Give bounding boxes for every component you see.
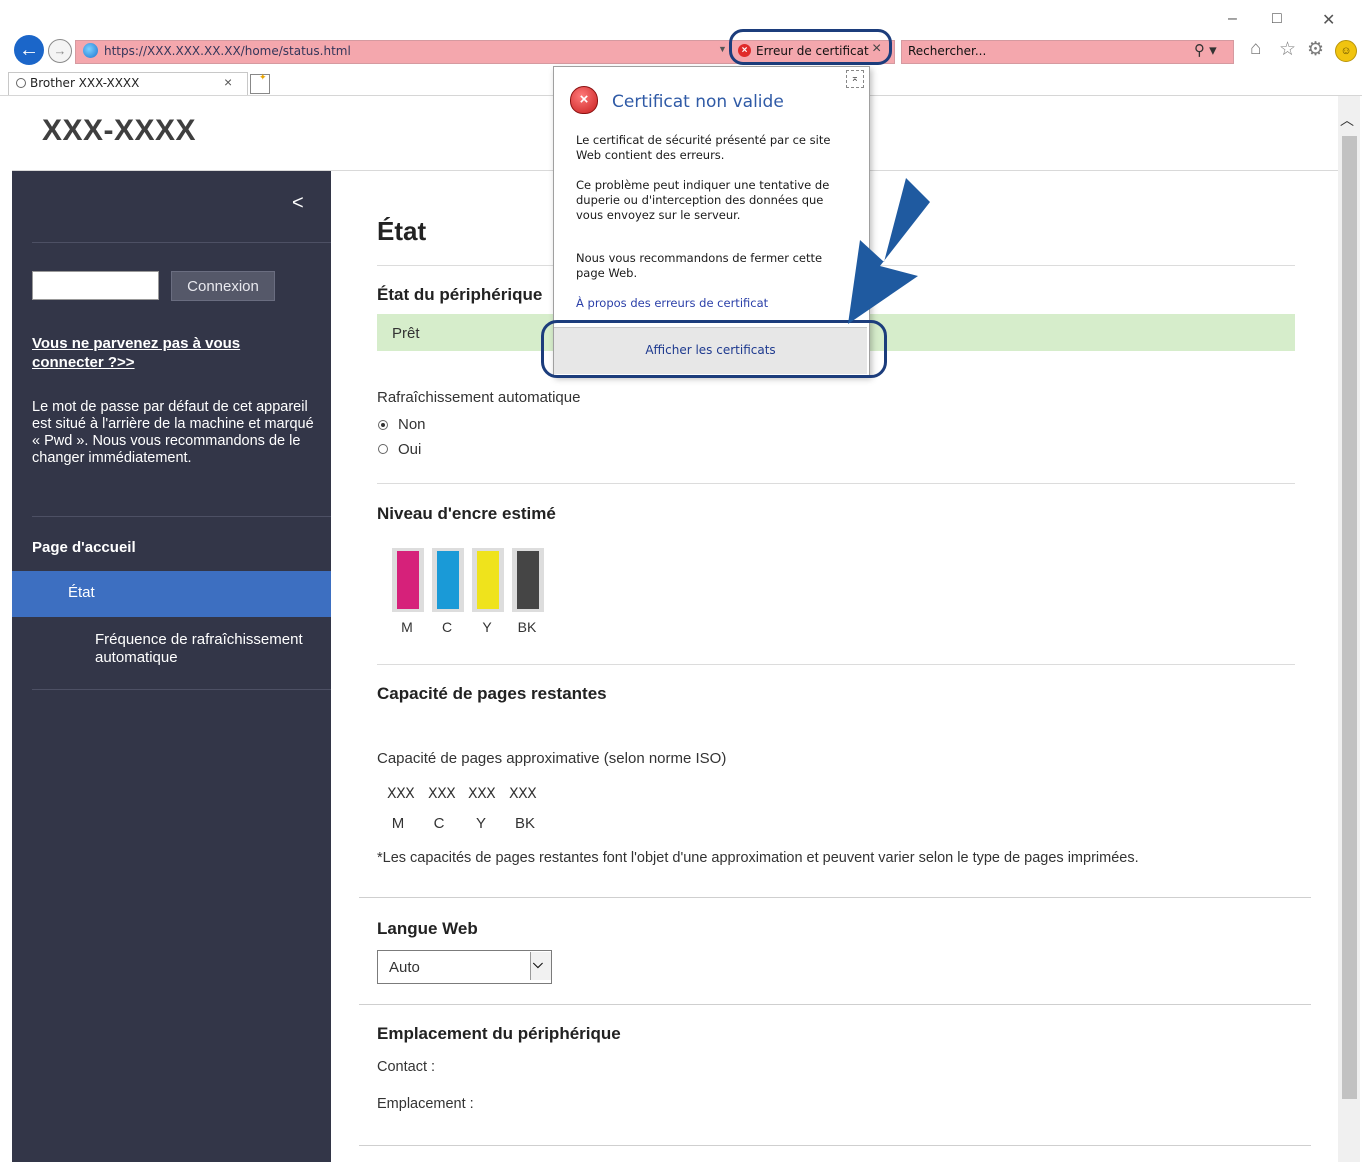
tab-title[interactable]: Brother XXX-XXXX [30,76,139,90]
home-icon[interactable]: ⌂ [1250,38,1261,60]
maximize-icon[interactable]: □ [1272,10,1282,28]
password-input[interactable] [32,271,159,300]
sidebar-item-refresh-frequency[interactable]: Fréquence de rafraîchissement automatiqu… [95,631,325,667]
sidebar-divider [32,689,331,690]
location-label: Emplacement : [377,1096,474,1112]
shield-error-icon: × [570,86,598,114]
page-capacity-c: XXX [428,786,456,802]
section-divider [359,897,1311,898]
popup-title: Certificat non valide [612,92,784,112]
callout-arrow-icon [848,178,930,324]
page-capacity-subtitle: Capacité de pages approximative (selon n… [377,750,727,767]
view-certificates-highlight [541,320,887,378]
model-logo: XXX-XXXX [42,114,197,147]
favorites-star-icon[interactable]: ☆ [1279,38,1296,61]
web-language-heading: Langue Web [377,919,478,938]
settings-gear-icon[interactable]: ⚙ [1307,38,1324,61]
ink-label-c: C [441,619,453,635]
tab-close-icon[interactable]: × [224,74,232,90]
section-divider [377,483,1295,484]
ink-gauge-c [432,548,464,612]
ink-level-heading: Niveau d'encre estimé [377,504,556,523]
page-title: État [377,216,427,246]
scroll-up-icon[interactable]: ︿ [1340,110,1354,130]
sidebar-item-status-label[interactable]: État [68,584,95,601]
ink-level-fill-c [437,551,459,609]
ie-icon [83,43,98,58]
ink-level-fill-m [397,551,419,609]
chevron-down-icon[interactable]: ⌵ [533,956,543,972]
password-note: Le mot de passe par défaut de cet appare… [32,399,314,466]
page-capacity-y: XXX [468,786,496,802]
search-input[interactable]: Rechercher... [908,44,986,58]
new-tab-star-icon: ✦ [259,72,267,82]
cert-error-highlight [729,29,892,65]
back-icon[interactable]: ← [14,35,44,65]
address-dropdown-icon[interactable]: ▼ [718,44,727,54]
sidebar-collapse-icon[interactable]: < [292,192,304,215]
popup-text: Le certificat de sécurité présenté par c… [576,133,831,162]
device-location-heading: Emplacement du périphérique [377,1024,621,1043]
ink-gauge-bk [512,548,544,612]
page-capacity-label-y: Y [475,815,486,832]
sidebar-item-status[interactable] [12,571,331,617]
close-icon[interactable]: ✕ [1322,10,1335,30]
sidebar-divider [32,516,331,517]
ink-gauge-y [472,548,504,612]
refresh-on-label[interactable]: Oui [398,441,421,458]
ink-level-fill-y [477,551,499,609]
section-divider [377,664,1295,665]
ink-level-fill-bk [517,551,539,609]
web-language-value[interactable]: Auto [389,959,420,976]
auto-refresh-heading: Rafraîchissement automatique [377,389,581,406]
ink-gauge-m [392,548,424,612]
tab-loading-icon [16,78,26,88]
refresh-off-radio[interactable] [378,420,388,430]
page-capacity-m: XXX [387,786,415,802]
sidebar-divider [32,242,331,243]
contact-label: Contact : [377,1059,436,1075]
page-capacity-label-bk: BK [514,815,535,832]
popup-text: Nous vous recommandons de fermer cette p… [576,251,823,280]
device-status-heading: État du périphérique [377,285,543,304]
scrollbar-thumb[interactable] [1342,136,1357,1099]
sidebar-item-home[interactable]: Page d'accueil [32,539,136,556]
callout-arrow-shape [848,178,930,324]
section-divider [359,1004,1311,1005]
ink-label-m: M [401,619,413,635]
refresh-on-radio[interactable] [378,444,388,454]
window-frame [0,96,12,1162]
feedback-smiley-icon[interactable]: ☺ [1335,40,1357,62]
address-url[interactable]: https://XXX.XXX.XX.XX/home/status.html [104,44,351,58]
page-capacity-bk: XXX [509,786,537,802]
page-capacity-label-c: C [433,815,445,832]
page-capacity-heading: Capacité de pages restantes [377,684,607,703]
minimize-icon[interactable]: – [1228,10,1237,28]
popup-pin-icon[interactable]: ⌅ [846,70,864,88]
search-icon[interactable]: ⚲ ▾ [1194,41,1217,59]
section-divider [359,1145,1311,1146]
page-capacity-note: *Les capacités de pages restantes font l… [377,850,1139,866]
popup-text: Ce problème peut indiquer une tentative … [576,178,830,222]
cert-errors-link[interactable]: À propos des erreurs de certificat [576,296,768,310]
ink-label-y: Y [482,619,492,635]
page-capacity-label-m: M [391,815,405,832]
login-help-link[interactable]: Vous ne parvenez pas à vous connecter ?>… [32,334,292,372]
login-button[interactable]: Connexion [171,271,275,301]
device-status-value: Prêt [392,325,420,342]
refresh-off-label[interactable]: Non [398,416,426,433]
forward-icon[interactable]: → [48,39,72,63]
ink-label-bk: BK [517,619,537,635]
